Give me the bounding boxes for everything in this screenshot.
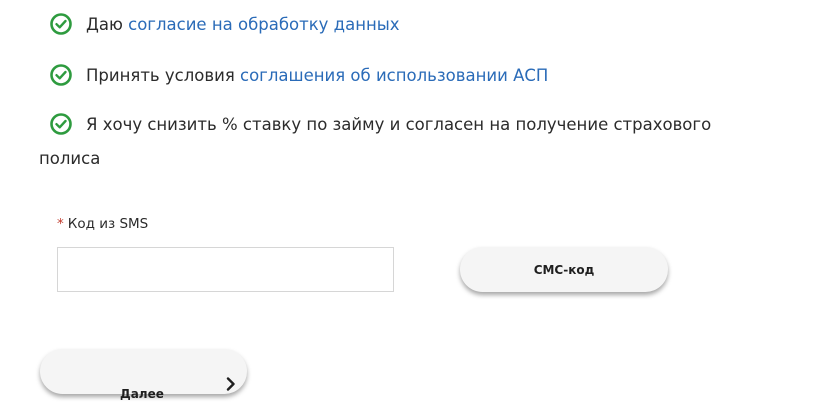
check-circle-icon[interactable] xyxy=(50,13,72,35)
check-circle-icon[interactable] xyxy=(50,113,72,135)
request-sms-code-button[interactable]: СМС-код xyxy=(460,247,668,292)
consent-text: Я хочу снизить % ставку по займу и согла… xyxy=(86,115,712,134)
sms-code-label: * Код из SMS xyxy=(57,216,148,232)
check-circle-icon[interactable] xyxy=(50,64,72,86)
next-button-label: Далее xyxy=(120,386,164,401)
next-button[interactable]: Далее xyxy=(40,349,247,401)
consent-insurance: Я хочу снизить % ставку по займу и согла… xyxy=(50,113,711,135)
chevron-right-icon xyxy=(226,365,236,391)
sms-code-label-text: Код из SMS xyxy=(67,216,149,232)
consent-text: Принять условия xyxy=(86,66,240,85)
consent-data-processing-link[interactable]: согласие на обработку данных xyxy=(128,15,399,34)
consent-asp-agreement-link[interactable]: соглашения об использовании АСП xyxy=(240,66,548,85)
consent-text-continuation: полиса xyxy=(39,149,101,168)
consent-asp-agreement: Принять условия соглашения об использова… xyxy=(50,64,548,86)
consent-form: Даю согласие на обработку данных Принять… xyxy=(0,0,825,412)
consent-data-processing: Даю согласие на обработку данных xyxy=(50,13,400,35)
required-mark: * xyxy=(57,216,64,232)
sms-code-input[interactable] xyxy=(57,247,394,292)
consent-text: Даю xyxy=(86,15,129,34)
